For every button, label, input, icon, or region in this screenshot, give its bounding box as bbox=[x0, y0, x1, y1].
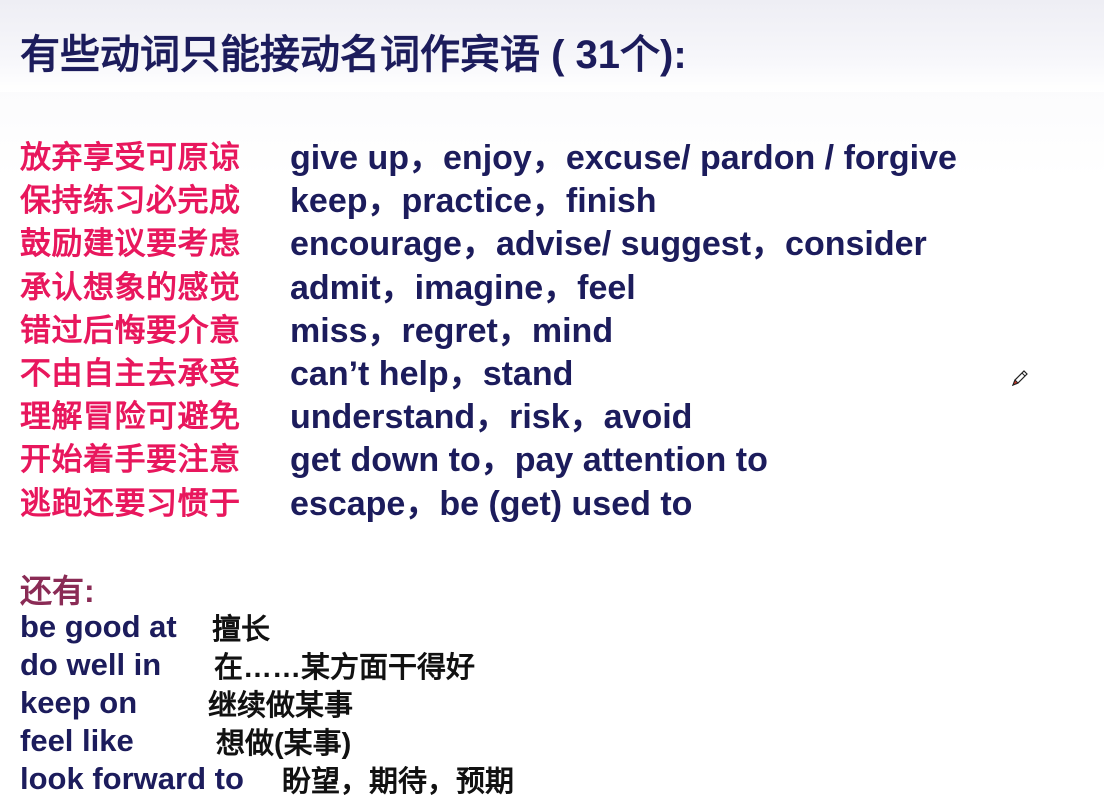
verbs: keep，practice，finish bbox=[290, 182, 657, 221]
phrase-row: keep on 继续做某事 bbox=[20, 684, 514, 722]
mnemonic: 鼓励建议要考虑 bbox=[20, 226, 241, 262]
verb-row: 放弃享受可原谅 give up，enjoy，excuse/ pardon / f… bbox=[20, 133, 957, 178]
meaning: 继续做某事 bbox=[208, 690, 354, 722]
verbs: give up，enjoy，excuse/ pardon / forgive bbox=[290, 139, 957, 178]
mnemonic: 放弃享受可原谅 bbox=[20, 140, 241, 176]
phrase: do well in bbox=[20, 647, 162, 682]
verb-row: 承认想象的感觉 admit，imagine，feel bbox=[20, 263, 957, 307]
mnemonic: 错过后悔要介意 bbox=[20, 312, 241, 348]
phrase: look forward to bbox=[20, 761, 244, 796]
mnemonic: 逃跑还要习惯于 bbox=[20, 485, 241, 521]
verbs: escape，be (get) used to bbox=[290, 484, 693, 523]
phrase-row: look forward to 盼望，期待，预期 bbox=[20, 760, 514, 798]
phrase-row: do well in 在……某方面干得好 bbox=[20, 646, 514, 684]
verb-row: 开始着手要注意 get down to，pay attention to bbox=[20, 435, 957, 480]
verbs: get down to，pay attention to bbox=[290, 441, 768, 480]
verbs: admit，imagine，feel bbox=[290, 268, 636, 307]
mnemonic: 开始着手要注意 bbox=[20, 442, 241, 478]
verb-row: 逃跑还要习惯于 escape，be (get) used to bbox=[20, 479, 957, 523]
phrase-row: be good at 擅长 bbox=[20, 608, 514, 646]
page-title: 有些动词只能接动名词作宾语 ( 31个): bbox=[20, 33, 687, 77]
verb-list: 放弃享受可原谅 give up，enjoy，excuse/ pardon / f… bbox=[20, 133, 957, 523]
verb-row: 不由自主去承受 can’t help，stand bbox=[20, 349, 957, 394]
verb-row: 保持练习必完成 keep，practice，finish bbox=[20, 176, 957, 221]
verb-row: 错过后悔要介意 miss，regret，mind bbox=[20, 306, 957, 350]
meaning: 在……某方面干得好 bbox=[214, 652, 476, 684]
mnemonic: 承认想象的感觉 bbox=[20, 269, 241, 305]
phrase: feel like bbox=[20, 723, 134, 758]
verbs: understand，risk，avoid bbox=[290, 398, 693, 437]
pencil-cursor-icon bbox=[1011, 370, 1028, 387]
extra-phrase-list: be good at 擅长 do well in 在……某方面干得好 keep … bbox=[20, 608, 514, 798]
verb-row: 理解冒险可避免 understand，risk，avoid bbox=[20, 392, 957, 437]
meaning: 想做(某事) bbox=[216, 728, 352, 760]
mnemonic: 理解冒险可避免 bbox=[20, 399, 241, 435]
verbs: can’t help，stand bbox=[290, 355, 574, 394]
more-heading: 还有: bbox=[20, 573, 95, 609]
verbs: miss，regret，mind bbox=[290, 311, 614, 350]
mnemonic: 保持练习必完成 bbox=[20, 183, 241, 219]
phrase: keep on bbox=[20, 685, 138, 720]
phrase: be good at bbox=[20, 609, 177, 644]
verbs: encourage，advise/ suggest，consider bbox=[290, 225, 927, 264]
phrase-row: feel like 想做(某事) bbox=[20, 722, 514, 760]
meaning: 盼望，期待，预期 bbox=[282, 766, 515, 798]
mnemonic: 不由自主去承受 bbox=[20, 356, 241, 392]
meaning: 擅长 bbox=[212, 614, 271, 646]
verb-row: 鼓励建议要考虑 encourage，advise/ suggest，consid… bbox=[20, 219, 957, 264]
